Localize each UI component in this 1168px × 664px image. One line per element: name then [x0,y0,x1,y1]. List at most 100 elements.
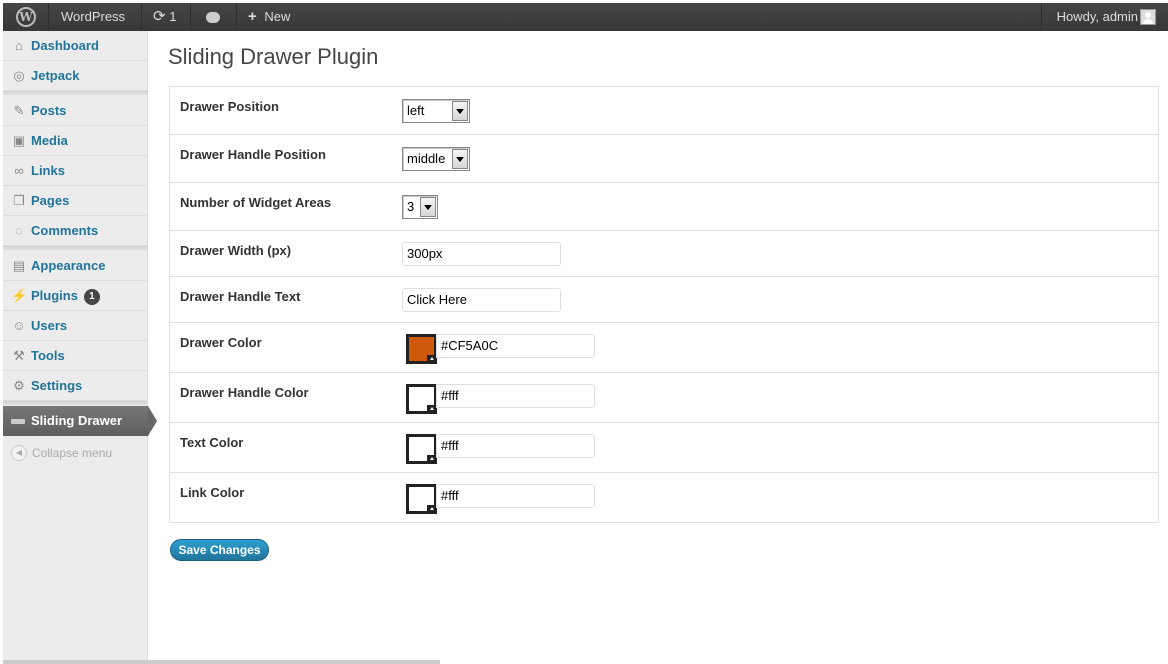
text-color-label: Text Color [180,435,244,450]
sidebar-item-label: Sliding Drawer [31,413,123,428]
collapse-menu-button[interactable]: ◀ Collapse menu [3,443,148,463]
sidebar-item-label: Appearance [31,258,106,273]
handle-color-picker[interactable] [406,384,437,414]
sidebar-item-tools[interactable]: ⚒ Tools [3,341,148,371]
sidebar-item-label: Settings [31,378,83,393]
handle-color-label: Drawer Handle Color [180,385,309,400]
handle-position-label: Drawer Handle Position [180,147,326,162]
setting-row-drawer-color: Drawer Color #CF5A0C [170,323,1158,373]
pushpin-icon: ✎ [13,103,25,118]
site-name-link[interactable]: WordPress [61,3,125,31]
drawer-position-value: left [407,103,425,118]
pages-icon: ❐ [13,193,25,208]
page-title: Sliding Drawer Plugin [168,44,379,69]
text-color-picker[interactable] [406,434,437,464]
setting-row-widget-areas: Number of Widget Areas 3 [170,183,1158,231]
sidebar-item-label: Posts [31,103,67,118]
sidebar-item-plugins[interactable]: ⚡ Plugins 1 [3,281,148,311]
refresh-icon: ⟳ [153,8,166,25]
menu-separator [3,91,148,95]
sidebar-item-links[interactable]: ∞ Links [3,156,148,186]
wordpress-logo-icon[interactable]: W [3,3,48,31]
updates-link[interactable]: ⟳ 1 [153,3,176,31]
updates-count: 1 [169,9,177,24]
widget-areas-value: 3 [407,199,415,214]
drawer-color-picker[interactable] [406,334,437,364]
drawer-color-input[interactable]: #CF5A0C [436,334,595,358]
home-icon: ⌂ [15,38,23,53]
plus-icon: + [248,8,257,25]
menu-separator [3,401,148,405]
sidebar-item-sliding-drawer[interactable]: Sliding Drawer [3,406,157,436]
link-color-picker[interactable] [406,484,437,514]
appearance-icon: ▤ [12,258,26,273]
sidebar-item-appearance[interactable]: ▤ Appearance [3,251,148,281]
sidebar-item-jetpack[interactable]: ◎ Jetpack [3,61,148,91]
handle-color-input[interactable]: #fff [436,384,595,408]
sidebar-item-label: Pages [31,193,70,208]
setting-row-link-color: Link Color #fff [170,473,1158,522]
setting-row-drawer-position: Drawer Position left [170,87,1158,135]
setting-row-handle-text: Drawer Handle Text Click Here [170,277,1158,323]
drawer-icon [11,419,25,424]
setting-row-text-color: Text Color #fff [170,423,1158,473]
tools-icon: ⚒ [13,348,25,363]
handle-text-input[interactable]: Click Here [402,288,561,312]
sidebar-item-comments[interactable]: ◌ Comments [3,216,148,246]
sidebar-item-label: Plugins 1 [31,281,100,311]
widget-areas-label: Number of Widget Areas [180,195,332,210]
sidebar-item-label: Links [31,163,65,178]
admin-sidebar: ⌂ Dashboard ◎ Jetpack ✎ Posts ▣ Media ∞ … [3,31,157,664]
drawer-position-label: Drawer Position [180,99,279,114]
sidebar-item-label: Media [31,133,68,148]
sidebar-item-label: Dashboard [31,38,99,53]
drawer-color-label: Drawer Color [180,335,262,350]
chevron-down-icon [452,149,468,169]
handle-text-label: Drawer Handle Text [180,289,301,304]
howdy-text: Howdy, admin [1056,9,1138,24]
handle-position-select[interactable]: middle [402,147,470,171]
save-changes-button[interactable]: Save Changes [170,539,269,561]
avatar [1140,9,1156,25]
drawer-width-label: Drawer Width (px) [180,243,292,258]
jetpack-icon: ◎ [13,68,25,83]
horizontal-scrollbar[interactable] [3,660,440,664]
setting-row-drawer-width: Drawer Width (px) 300px [170,231,1158,277]
setting-row-handle-position: Drawer Handle Position middle [170,135,1158,183]
sidebar-item-label: Users [31,318,68,333]
sidebar-item-dashboard[interactable]: ⌂ Dashboard [3,31,148,61]
plug-icon: ⚡ [11,288,28,303]
setting-row-handle-color: Drawer Handle Color #fff [170,373,1158,423]
admin-bar: W WordPress ⟳ 1 + New Howdy, admin [3,3,1168,31]
speech-bubble-icon: ◌ [15,223,23,238]
sidebar-item-label: Comments [31,223,99,238]
plugins-label: Plugins [31,288,78,303]
collapse-arrow-icon: ◀ [11,445,27,461]
drawer-width-input[interactable]: 300px [402,242,561,266]
sidebar-item-posts[interactable]: ✎ Posts [3,96,148,126]
comment-bubble-icon [206,12,220,23]
new-content-link[interactable]: + New [248,3,290,31]
sidebar-item-users[interactable]: ☺ Users [3,311,148,341]
current-menu-arrow [148,406,157,436]
text-color-input[interactable]: #fff [436,434,595,458]
link-icon: ∞ [14,163,24,178]
link-color-label: Link Color [180,485,245,500]
widget-areas-select[interactable]: 3 [402,195,438,219]
menu-separator [3,246,148,250]
sidebar-item-pages[interactable]: ❐ Pages [3,186,148,216]
collapse-menu-label: Collapse menu [32,446,113,460]
drawer-position-select[interactable]: left [402,99,470,123]
users-icon: ☺ [12,318,26,333]
sidebar-item-media[interactable]: ▣ Media [3,126,148,156]
handle-position-value: middle [407,151,446,166]
settings-form-table: Drawer Position left Drawer Handle Posit… [169,86,1159,523]
media-icon: ▣ [12,133,26,148]
chevron-down-icon [420,197,436,217]
my-account-link[interactable]: Howdy, admin [1057,3,1168,31]
sidebar-item-settings[interactable]: ⚙ Settings [3,371,148,401]
sidebar-item-label: Jetpack [31,68,80,83]
comments-link[interactable] [206,3,220,31]
sidebar-item-label: Tools [31,348,65,363]
link-color-input[interactable]: #fff [436,484,595,508]
